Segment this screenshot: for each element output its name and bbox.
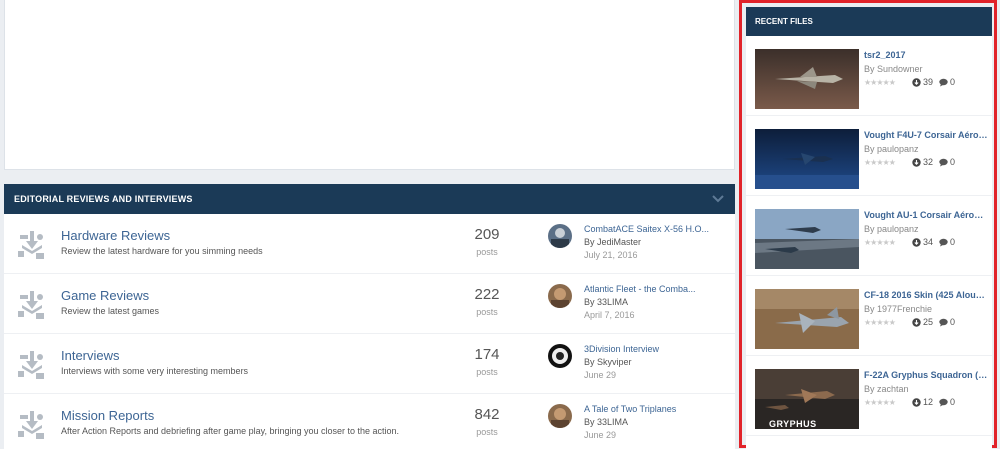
avatar[interactable] bbox=[548, 404, 572, 428]
file-item[interactable]: GRYPHUS F-22A Gryphus Squadron (AI) By z… bbox=[746, 356, 992, 436]
forum-icon bbox=[16, 227, 48, 261]
download-icon bbox=[912, 317, 921, 327]
last-post-date: July 21, 2016 bbox=[584, 250, 638, 260]
forum-description: Interviews with some very interesting me… bbox=[61, 366, 249, 376]
rating-stars: ★★★★★ bbox=[864, 317, 896, 327]
file-title[interactable]: Vought AU-1 Corsair Aéronavale bbox=[864, 210, 988, 220]
last-post-title[interactable]: 3Division Interview bbox=[584, 344, 659, 354]
comment-icon bbox=[939, 318, 948, 327]
recent-files-widget: RECENT FILES tsr2_2017 By Sundowner ★★★★… bbox=[746, 7, 992, 449]
file-thumbnail[interactable] bbox=[755, 129, 859, 189]
rating-stars: ★★★★★ bbox=[864, 397, 896, 407]
post-count: 842 bbox=[474, 406, 500, 423]
comment-icon bbox=[939, 78, 948, 87]
file-meta: ★★★★★ 34 0 bbox=[864, 237, 961, 247]
download-count: 32 bbox=[923, 157, 934, 167]
file-title[interactable]: tsr2_2017 bbox=[864, 50, 988, 60]
forum-description: Review the latest games bbox=[61, 306, 160, 316]
file-meta: ★★★★★ 32 0 bbox=[864, 157, 961, 167]
download-icon bbox=[912, 157, 921, 167]
file-author: By zachtan bbox=[864, 384, 909, 394]
file-title[interactable]: CF-18 2016 Skin (425 Alouettes) bbox=[864, 290, 988, 300]
file-title[interactable]: Vought F4U-7 Corsair Aéronavale bbox=[864, 130, 988, 140]
comment-count: 0 bbox=[950, 237, 956, 247]
comment-count: 0 bbox=[950, 157, 956, 167]
comment-icon bbox=[939, 238, 948, 247]
download-icon bbox=[912, 397, 921, 407]
last-post-title[interactable]: A Tale of Two Triplanes bbox=[584, 404, 676, 414]
file-item[interactable]: Vought F4U-7 Corsair Aéronavale By paulo… bbox=[746, 116, 992, 196]
avatar[interactable] bbox=[548, 224, 572, 248]
post-count: 222 bbox=[474, 286, 500, 303]
forum-row: Hardware Reviews Review the latest hardw… bbox=[4, 214, 735, 274]
forum-name[interactable]: Hardware Reviews bbox=[61, 228, 170, 243]
comment-icon bbox=[939, 398, 948, 407]
file-author: By paulopanz bbox=[864, 224, 919, 234]
forum-row: Interviews Interviews with some very int… bbox=[4, 334, 735, 394]
file-thumbnail[interactable]: GRYPHUS bbox=[755, 369, 859, 429]
forum-description: After Action Reports and debriefing afte… bbox=[61, 426, 400, 436]
download-icon bbox=[912, 77, 921, 87]
forum-icon bbox=[16, 407, 48, 441]
post-count: 174 bbox=[474, 346, 500, 363]
forum-name[interactable]: Interviews bbox=[61, 348, 120, 363]
editorial-section: EDITORIAL REVIEWS AND INTERVIEWS Hardwar… bbox=[4, 184, 735, 449]
file-meta: ★★★★★ 25 0 bbox=[864, 317, 961, 327]
comment-icon bbox=[939, 158, 948, 167]
rating-stars: ★★★★★ bbox=[864, 77, 896, 87]
last-post-author: By Skyviper bbox=[584, 357, 632, 367]
file-item[interactable]: tsr2_2017 By Sundowner ★★★★★ 39 0 bbox=[746, 36, 992, 116]
section-header: EDITORIAL REVIEWS AND INTERVIEWS bbox=[4, 184, 735, 214]
file-meta: ★★★★★ 39 0 bbox=[864, 77, 961, 87]
post-label: posts bbox=[476, 367, 498, 377]
file-author: By Sundowner bbox=[864, 64, 923, 74]
file-author: By paulopanz bbox=[864, 144, 919, 154]
last-post-author: By 33LIMA bbox=[584, 417, 629, 427]
comment-count: 0 bbox=[950, 77, 956, 87]
forum-row: Mission Reports After Action Reports and… bbox=[4, 394, 735, 449]
forum-icon bbox=[16, 347, 48, 381]
download-count: 39 bbox=[923, 77, 934, 87]
file-thumbnail[interactable] bbox=[755, 289, 859, 349]
download-count: 12 bbox=[923, 397, 934, 407]
section-title: EDITORIAL REVIEWS AND INTERVIEWS bbox=[14, 194, 193, 204]
file-meta: ★★★★★ 12 0 bbox=[864, 397, 961, 407]
post-label: posts bbox=[476, 247, 498, 257]
last-post-title[interactable]: Atlantic Fleet - the Comba... bbox=[584, 284, 696, 294]
file-title[interactable]: F-22A Gryphus Squadron (AI) bbox=[864, 370, 988, 380]
collapse-chevron-icon[interactable] bbox=[711, 192, 725, 206]
post-count: 209 bbox=[474, 226, 500, 243]
file-author: By 1977Frenchie bbox=[864, 304, 933, 314]
forum-icon bbox=[16, 287, 48, 321]
rating-stars: ★★★★★ bbox=[864, 157, 896, 167]
forum-name[interactable]: Game Reviews bbox=[61, 288, 149, 303]
file-thumbnail[interactable] bbox=[755, 49, 859, 109]
thumbnail-caption: GRYPHUS bbox=[769, 419, 817, 429]
file-thumbnail[interactable] bbox=[755, 209, 859, 269]
comment-count: 0 bbox=[950, 397, 956, 407]
last-post-title[interactable]: CombatACE Saitex X-56 H.O... bbox=[584, 224, 709, 234]
recent-files-header: RECENT FILES bbox=[746, 7, 992, 36]
download-count: 25 bbox=[923, 317, 934, 327]
file-item[interactable]: Vought AU-1 Corsair Aéronavale By paulop… bbox=[746, 196, 992, 276]
content-panel bbox=[4, 0, 735, 170]
download-icon bbox=[912, 237, 921, 247]
forum-row: Game Reviews Review the latest games 222… bbox=[4, 274, 735, 334]
last-post-date: June 29 bbox=[584, 370, 617, 380]
download-count: 34 bbox=[923, 237, 934, 247]
last-post-author: By JediMaster bbox=[584, 237, 642, 247]
avatar[interactable] bbox=[548, 344, 572, 368]
file-item[interactable]: CF-18 2016 Skin (425 Alouettes) By 1977F… bbox=[746, 276, 992, 356]
rating-stars: ★★★★★ bbox=[864, 237, 896, 247]
last-post-author: By 33LIMA bbox=[584, 297, 629, 307]
comment-count: 0 bbox=[950, 317, 956, 327]
forum-name[interactable]: Mission Reports bbox=[61, 408, 154, 423]
avatar[interactable] bbox=[548, 284, 572, 308]
post-label: posts bbox=[476, 307, 498, 317]
last-post-date: April 7, 2016 bbox=[584, 310, 635, 320]
last-post-date: June 29 bbox=[584, 430, 617, 440]
forum-description: Review the latest hardware for you simmi… bbox=[61, 246, 263, 256]
post-label: posts bbox=[476, 427, 498, 437]
